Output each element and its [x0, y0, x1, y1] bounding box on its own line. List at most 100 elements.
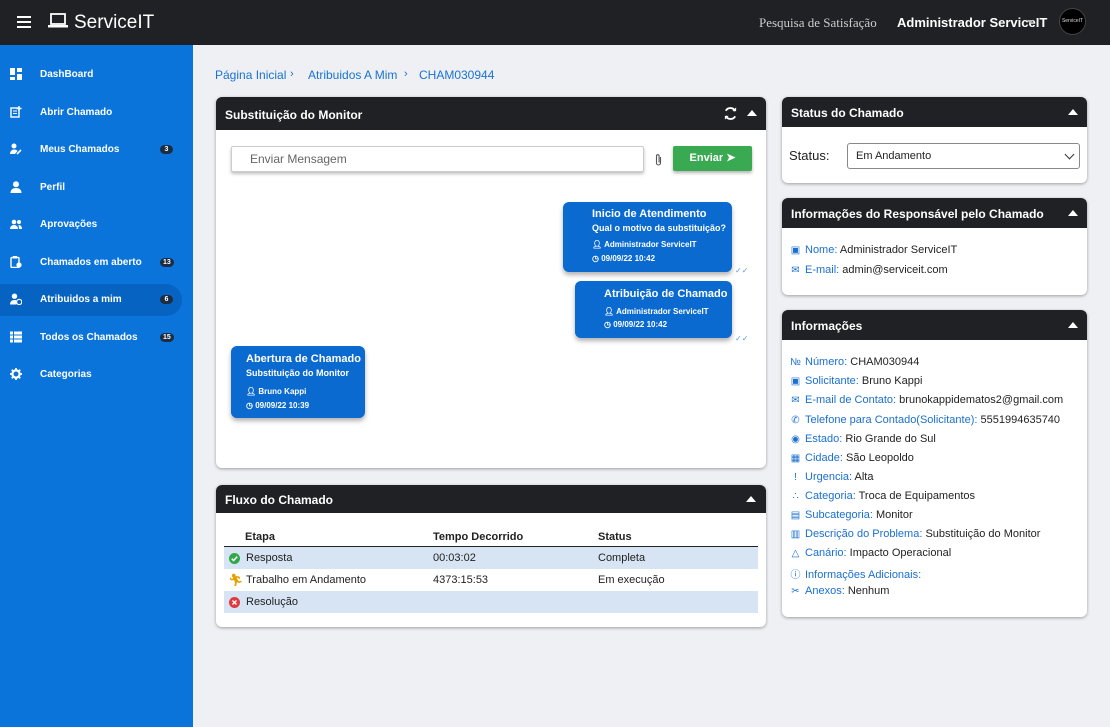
- refresh-icon[interactable]: [723, 106, 738, 121]
- info-row-scenario: △ Canário: Impacto Operacional: [791, 547, 952, 559]
- sidebar-item-label: Chamados em aberto: [40, 257, 142, 268]
- x-circle-icon: [229, 597, 240, 608]
- count-badge: 13: [160, 258, 174, 267]
- info-row-category: ∴ Categoria: Troca de Equipamentos: [790, 490, 975, 502]
- message-input[interactable]: Enviar Mensagem: [231, 146, 644, 172]
- user-icon: 👤︎: [604, 307, 615, 316]
- info-row-city: ▦ Cidade: São Leopoldo: [790, 452, 914, 464]
- check-circle-icon: [229, 553, 240, 564]
- send-button[interactable]: Enviar ➤: [673, 146, 752, 171]
- clock-icon: ◷: [604, 320, 611, 329]
- sidebar-item-approvals[interactable]: Aprovações: [0, 209, 182, 241]
- sidebar-item-label: Aprovações: [40, 219, 98, 230]
- collapse-icon[interactable]: [1068, 210, 1078, 216]
- info-row-email: ✉ E-mail de Contato: brunokappidematos2@g…: [791, 394, 1064, 406]
- sidebar: DashBoard Abrir Chamado Meus Chamados 3 …: [0, 45, 193, 727]
- message-time: ◷ 09/09/22 10:42: [604, 320, 668, 329]
- breadcrumb-separator-icon: ›: [290, 68, 294, 80]
- clipboard-icon: [10, 256, 22, 268]
- responsible-name-row: ▣ Nome: Administrador ServiceIT: [790, 244, 958, 256]
- message-title: Abertura de Chamado: [246, 353, 361, 365]
- new-ticket-icon: [10, 106, 22, 118]
- users-icon: [10, 219, 22, 229]
- map-pin-icon: ◉: [791, 434, 800, 445]
- count-badge: 6: [160, 295, 173, 304]
- document-icon: ▥: [790, 529, 801, 540]
- info-icon: ⓘ: [790, 570, 801, 581]
- envelope-icon: ✉: [791, 265, 800, 276]
- sidebar-item-label: Categorias: [40, 369, 92, 380]
- sidebar-item-assigned-to-me[interactable]: Atribuidos a mim 6: [0, 284, 182, 316]
- info-row-additional: ⓘ Informações Adicionais:: [790, 566, 922, 581]
- paperclip-icon: ✂: [791, 586, 800, 597]
- info-row-attachments: ✂ Anexos: Nenhum: [791, 585, 890, 597]
- message-author: 👤︎ Bruno Kappi: [246, 387, 307, 396]
- status-select-value: Em Andamento: [856, 150, 932, 162]
- responsible-email-row: ✉ E-mail: admin@serviceit.com: [791, 264, 948, 276]
- phone-icon: ✆: [791, 415, 800, 426]
- breadcrumb-assigned[interactable]: Atribuidos A Mim: [308, 68, 397, 82]
- breadcrumb-separator-icon: ›: [404, 68, 408, 80]
- message-author: 👤︎ Administrador ServiceIT: [592, 240, 697, 249]
- sidebar-item-open-ticket[interactable]: Abrir Chamado: [0, 97, 182, 129]
- status-card-header: Status do Chamado: [782, 97, 1087, 127]
- monitor-icon: ▤: [790, 510, 801, 521]
- sidebar-item-label: Meus Chamados: [40, 144, 120, 155]
- send-button-label: Enviar: [689, 152, 724, 164]
- status-label: Status:: [789, 148, 830, 163]
- user-menu[interactable]: Administrador ServiceIT: [897, 15, 1047, 30]
- city-icon: ▦: [790, 453, 801, 464]
- chat-title: Substituição do Monitor: [225, 108, 363, 122]
- chat-card-header: Substituição do Monitor: [216, 97, 766, 130]
- read-ticks-icon: ✓✓: [735, 266, 749, 275]
- menu-icon[interactable]: [17, 16, 31, 28]
- info-row-requester: ▣ Solicitante: Bruno Kappi: [790, 375, 923, 387]
- sidebar-item-dashboard[interactable]: DashBoard: [0, 59, 182, 91]
- survey-link[interactable]: Pesquisa de Satisfação: [759, 15, 877, 31]
- sidebar-item-my-tickets[interactable]: Meus Chamados 3: [0, 134, 182, 166]
- flow-title: Fluxo do Chamado: [225, 493, 333, 507]
- id-card-icon: ▣: [790, 245, 801, 256]
- envelope-icon: ✉: [791, 395, 800, 406]
- status-select[interactable]: Em Andamento: [847, 143, 1080, 169]
- status-card-title: Status do Chamado: [791, 106, 904, 120]
- status-cell: Em execução: [598, 574, 665, 586]
- collapse-icon[interactable]: [747, 110, 757, 116]
- chevron-down-icon: [1064, 149, 1075, 160]
- sidebar-item-all-tickets[interactable]: Todos os Chamados 15: [0, 322, 182, 354]
- info-row-phone: ✆ Telefone para Contado(Solicitante): 555…: [791, 414, 1061, 426]
- collapse-icon[interactable]: [1068, 322, 1078, 328]
- collapse-icon[interactable]: [746, 496, 756, 502]
- sidebar-item-profile[interactable]: Perfil: [0, 172, 182, 204]
- stage-cell: Resolução: [246, 596, 298, 608]
- breadcrumb-home[interactable]: Página Inicial: [215, 68, 286, 82]
- message-text: Qual o motivo da substituição?: [592, 223, 727, 233]
- column-header: Etapa: [245, 531, 275, 543]
- message-time: ◷ 09/09/22 10:39: [246, 401, 310, 410]
- warning-icon: △: [791, 548, 800, 559]
- breadcrumb-ticket: CHAM030944: [419, 68, 495, 82]
- send-icon: ➤: [726, 152, 736, 164]
- info-row-number: № Número: CHAM030944: [790, 356, 920, 368]
- sidebar-item-label: Abrir Chamado: [40, 107, 113, 118]
- avatar[interactable]: ServiceIT: [1059, 8, 1086, 35]
- brand-name[interactable]: ServiceIT: [74, 12, 154, 34]
- user-clock-icon: [10, 293, 22, 305]
- table-row: 🏃︎ Trabalho em Andamento 4373:15:53 Em e…: [224, 569, 758, 591]
- sidebar-item-label: Perfil: [40, 182, 66, 193]
- chevron-down-icon[interactable]: [1027, 20, 1033, 24]
- column-header: Tempo Decorrido: [433, 531, 524, 543]
- laptop-icon: [48, 13, 68, 28]
- paperclip-icon[interactable]: [654, 153, 663, 167]
- responsible-card-title: Informações do Responsável pelo Chamado: [791, 207, 1044, 221]
- stage-cell: Trabalho em Andamento: [246, 574, 367, 586]
- status-cell: Completa: [598, 552, 646, 564]
- sitemap-icon: ∴: [792, 491, 799, 502]
- info-card-title: Informações: [791, 319, 863, 333]
- exclamation-icon: !: [794, 472, 797, 483]
- sidebar-item-categories[interactable]: Categorias: [0, 359, 182, 391]
- gear-icon: [10, 368, 22, 380]
- collapse-icon[interactable]: [1068, 109, 1078, 115]
- count-badge: 3: [160, 145, 173, 154]
- sidebar-item-open-tickets[interactable]: Chamados em aberto 13: [0, 247, 182, 279]
